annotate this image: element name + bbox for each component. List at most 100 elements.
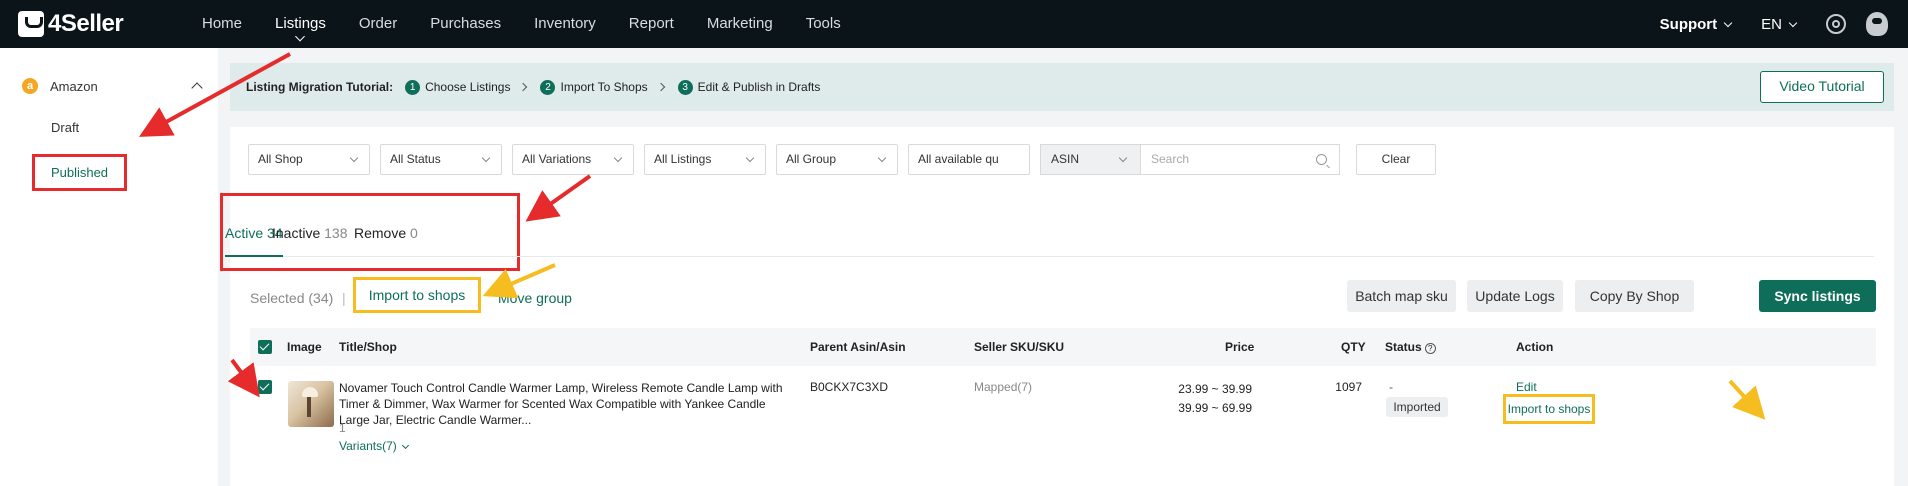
column-header-image: Image: [287, 340, 322, 354]
select-value: All Group: [786, 152, 837, 166]
listings-filter-select[interactable]: All Listings: [644, 144, 766, 175]
nav-item-inventory[interactable]: Inventory: [534, 0, 596, 48]
step-number-badge: 1: [405, 79, 421, 95]
tab-label: Remove: [354, 225, 407, 241]
chevron-down-icon: [1723, 18, 1733, 27]
tab-count: 138: [324, 225, 348, 241]
step-label: Edit & Publish in Drafts: [697, 80, 821, 94]
copy-by-shop-button[interactable]: Copy By Shop: [1575, 280, 1694, 312]
sidebar-item-draft[interactable]: Draft: [51, 120, 79, 135]
table-row: Novamer Touch Control Candle Warmer Lamp…: [250, 366, 1876, 486]
product-thumbnail[interactable]: [288, 381, 334, 427]
select-value: All Status: [390, 152, 441, 166]
filter-bar: All Shop All Status All Variations All L…: [248, 144, 1436, 175]
column-header-title: Title/Shop: [339, 340, 397, 354]
nav-item-report[interactable]: Report: [629, 0, 674, 48]
amazon-icon: a: [22, 78, 38, 94]
select-value: ASIN: [1051, 152, 1080, 166]
batch-map-sku-button[interactable]: Batch map sku: [1347, 280, 1456, 312]
status-filter-select[interactable]: All Status: [380, 144, 502, 175]
nav-item-purchases[interactable]: Purchases: [430, 0, 501, 48]
chevron-down-icon: [349, 153, 359, 163]
column-header-action: Action: [1516, 340, 1554, 354]
price-range: 23.99 ~ 39.99 39.99 ~ 69.99: [1170, 380, 1252, 418]
status-dash: -: [1389, 380, 1393, 394]
shop-count: 1: [339, 421, 346, 435]
sidebar-item-published[interactable]: Published: [32, 154, 127, 191]
column-header-price: Price: [1225, 340, 1255, 354]
bag-logo-icon: [18, 11, 44, 37]
nav-item-marketing[interactable]: Marketing: [707, 0, 773, 48]
select-value: All Shop: [258, 152, 303, 166]
search-group: ASIN Search: [1040, 144, 1340, 175]
brand-name: 4Seller: [48, 10, 124, 37]
tutorial-step-3: 3 Edit & Publish in Drafts: [677, 79, 821, 95]
search-input[interactable]: Search: [1141, 144, 1340, 175]
tutorial-step-2: 2 Import To Shops: [540, 79, 648, 95]
step-number-badge: 2: [540, 79, 556, 95]
chevron-down-icon: [481, 153, 491, 163]
nav-item-home[interactable]: Home: [202, 0, 242, 48]
tab-inactive[interactable]: Inactive 138: [272, 225, 348, 241]
clear-button[interactable]: Clear: [1356, 144, 1436, 175]
price-range-1: 23.99 ~ 39.99: [1178, 382, 1252, 396]
availability-filter-select[interactable]: All available qu: [908, 144, 1030, 175]
tab-label: Active: [225, 225, 264, 241]
update-logs-button[interactable]: Update Logs: [1467, 280, 1563, 312]
listings-panel: All Shop All Status All Variations All L…: [220, 127, 1894, 486]
column-header-status: Status?: [1385, 340, 1436, 354]
move-group-button[interactable]: Move group: [498, 290, 572, 306]
language-label: EN: [1761, 15, 1782, 33]
tab-label: Inactive: [272, 225, 321, 241]
sidebar-group-label: Amazon: [50, 78, 98, 94]
search-type-select[interactable]: ASIN: [1040, 144, 1141, 175]
edit-link[interactable]: Edit: [1516, 380, 1537, 394]
variations-filter-select[interactable]: All Variations: [512, 144, 634, 175]
chevron-down-icon: [1788, 18, 1798, 27]
variants-toggle[interactable]: Variants(7): [339, 439, 409, 453]
step-label: Choose Listings: [425, 80, 511, 94]
top-nav-bar: 4Seller Home Listings Order Purchases In…: [0, 0, 1908, 48]
status-header-label: Status: [1385, 340, 1422, 354]
support-menu[interactable]: Support: [1659, 15, 1733, 33]
shop-filter-select[interactable]: All Shop: [248, 144, 370, 175]
select-value: All available qu: [918, 152, 999, 166]
tab-remove[interactable]: Remove 0: [354, 225, 418, 241]
nav-item-tools[interactable]: Tools: [806, 0, 841, 48]
step-label: Import To Shops: [560, 80, 648, 94]
language-menu[interactable]: EN: [1761, 15, 1798, 33]
search-icon[interactable]: [1316, 154, 1327, 165]
select-value: All Variations: [522, 152, 592, 166]
step-number-badge: 3: [677, 79, 693, 95]
selected-count: Selected (34): [250, 290, 334, 306]
chevron-up-icon[interactable]: [191, 82, 203, 94]
chevron-down-icon: [1118, 153, 1128, 163]
sync-listings-button[interactable]: Sync listings: [1759, 280, 1876, 312]
sidebar: a Amazon Draft Published: [0, 48, 218, 486]
tutorial-step-1: 1 Choose Listings: [405, 79, 511, 95]
group-filter-select[interactable]: All Group: [776, 144, 898, 175]
sidebar-group-amazon[interactable]: a Amazon: [22, 78, 98, 94]
product-title[interactable]: Novamer Touch Control Candle Warmer Lamp…: [339, 380, 799, 428]
video-tutorial-button[interactable]: Video Tutorial: [1760, 71, 1884, 103]
support-label: Support: [1659, 15, 1718, 33]
bulk-action-bar: Selected (34) | Import to shops Move gro…: [230, 277, 1894, 317]
column-header-sku: Seller SKU/SKU: [974, 340, 1065, 354]
search-placeholder: Search: [1151, 152, 1190, 166]
select-all-checkbox[interactable]: [258, 340, 272, 354]
tab-divider: [250, 256, 1874, 257]
price-range-2: 39.99 ~ 69.99: [1178, 401, 1252, 415]
active-tab-underline: [225, 255, 283, 257]
brand-logo[interactable]: 4Seller: [18, 10, 124, 38]
sku-mapped[interactable]: Mapped(7): [974, 380, 1032, 394]
select-value: All Listings: [654, 152, 712, 166]
row-import-to-shops-link[interactable]: Import to shops: [1503, 394, 1595, 424]
row-checkbox[interactable]: [258, 380, 272, 394]
nav-item-order[interactable]: Order: [359, 0, 397, 48]
user-avatar-icon[interactable]: [1866, 12, 1888, 36]
import-to-shops-button[interactable]: Import to shops: [353, 277, 481, 313]
table-header: Image Title/Shop Parent Asin/Asin Seller…: [250, 328, 1876, 366]
settings-gear-icon[interactable]: [1826, 14, 1846, 34]
nav-item-listings[interactable]: Listings: [275, 0, 326, 48]
help-icon[interactable]: ?: [1424, 343, 1436, 354]
